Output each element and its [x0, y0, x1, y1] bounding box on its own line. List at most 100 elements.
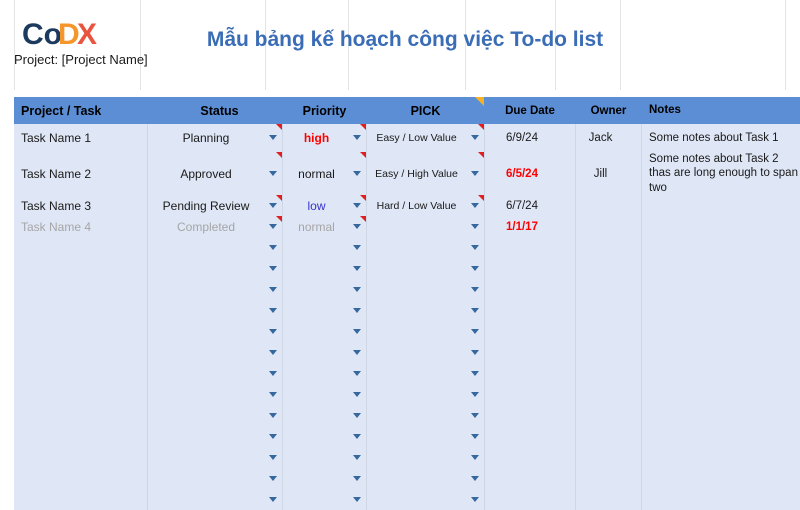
cell-pick[interactable]: Hard / Low Value [367, 195, 485, 216]
chevron-down-icon[interactable] [353, 245, 362, 252]
cell-notes[interactable]: Some notes about Task 1 [642, 124, 800, 152]
cell-task[interactable] [14, 426, 148, 447]
chevron-down-icon[interactable] [269, 171, 278, 178]
cell-task[interactable]: Task Name 1 [14, 124, 148, 152]
cell-owner[interactable] [576, 405, 642, 426]
cell-priority[interactable]: normal [283, 152, 367, 195]
column-header-status[interactable]: Status [148, 97, 283, 124]
cell-due-date[interactable] [485, 279, 576, 300]
cell-notes[interactable] [642, 384, 800, 405]
cell-notes[interactable] [642, 447, 800, 468]
cell-task[interactable] [14, 300, 148, 321]
chevron-down-icon[interactable] [471, 392, 480, 399]
chevron-down-icon[interactable] [471, 329, 480, 336]
chevron-down-icon[interactable] [353, 455, 362, 462]
cell-owner[interactable] [576, 426, 642, 447]
cell-status[interactable]: Pending Review [148, 195, 283, 216]
cell-due-date[interactable]: 6/7/24 [485, 195, 576, 216]
chevron-down-icon[interactable] [269, 476, 278, 483]
chevron-down-icon[interactable] [353, 135, 362, 142]
cell-task[interactable] [14, 237, 148, 258]
cell-owner[interactable] [576, 363, 642, 384]
column-header-task[interactable]: Project / Task [14, 97, 148, 124]
cell-due-date[interactable] [485, 468, 576, 489]
cell-status[interactable]: Completed [148, 216, 283, 237]
chevron-down-icon[interactable] [269, 245, 278, 252]
cell-due-date[interactable] [485, 384, 576, 405]
cell-pick[interactable]: Easy / High Value [367, 152, 485, 195]
cell-status[interactable] [148, 468, 283, 489]
cell-notes[interactable] [642, 426, 800, 447]
cell-owner[interactable]: Jill [576, 152, 642, 195]
cell-task[interactable] [14, 321, 148, 342]
cell-due-date[interactable] [485, 447, 576, 468]
cell-status[interactable] [148, 384, 283, 405]
cell-status[interactable] [148, 447, 283, 468]
cell-notes[interactable] [642, 300, 800, 321]
cell-status[interactable] [148, 279, 283, 300]
cell-pick[interactable] [367, 342, 485, 363]
chevron-down-icon[interactable] [269, 224, 278, 231]
chevron-down-icon[interactable] [269, 203, 278, 210]
cell-priority[interactable] [283, 384, 367, 405]
cell-priority[interactable]: high [283, 124, 367, 152]
chevron-down-icon[interactable] [353, 266, 362, 273]
chevron-down-icon[interactable] [269, 135, 278, 142]
cell-notes[interactable] [642, 363, 800, 384]
cell-status[interactable] [148, 237, 283, 258]
chevron-down-icon[interactable] [269, 308, 278, 315]
chevron-down-icon[interactable] [269, 287, 278, 294]
cell-status[interactable] [148, 426, 283, 447]
chevron-down-icon[interactable] [471, 266, 480, 273]
cell-task[interactable] [14, 258, 148, 279]
cell-priority[interactable] [283, 300, 367, 321]
cell-notes[interactable] [642, 321, 800, 342]
cell-due-date[interactable] [485, 300, 576, 321]
cell-owner[interactable]: Jack [576, 124, 642, 152]
chevron-down-icon[interactable] [471, 497, 480, 504]
cell-priority[interactable] [283, 321, 367, 342]
cell-notes[interactable]: Some notes about Task 2 thas are long en… [642, 152, 800, 195]
cell-pick[interactable] [367, 384, 485, 405]
chevron-down-icon[interactable] [471, 224, 480, 231]
column-header-priority[interactable]: Priority [283, 97, 367, 124]
cell-task[interactable] [14, 405, 148, 426]
cell-due-date[interactable] [485, 342, 576, 363]
cell-priority[interactable] [283, 363, 367, 384]
chevron-down-icon[interactable] [353, 350, 362, 357]
chevron-down-icon[interactable] [269, 497, 278, 504]
cell-owner[interactable] [576, 342, 642, 363]
cell-owner[interactable] [576, 384, 642, 405]
cell-owner[interactable] [576, 216, 642, 237]
chevron-down-icon[interactable] [353, 224, 362, 231]
chevron-down-icon[interactable] [471, 171, 480, 178]
cell-status[interactable] [148, 405, 283, 426]
cell-owner[interactable] [576, 447, 642, 468]
cell-owner[interactable] [576, 321, 642, 342]
chevron-down-icon[interactable] [471, 245, 480, 252]
cell-pick[interactable] [367, 405, 485, 426]
cell-due-date[interactable] [485, 321, 576, 342]
cell-notes[interactable] [642, 258, 800, 279]
cell-priority[interactable] [283, 279, 367, 300]
chevron-down-icon[interactable] [353, 203, 362, 210]
cell-priority[interactable] [283, 447, 367, 468]
cell-task[interactable] [14, 363, 148, 384]
chevron-down-icon[interactable] [269, 371, 278, 378]
chevron-down-icon[interactable] [353, 476, 362, 483]
chevron-down-icon[interactable] [269, 455, 278, 462]
chevron-down-icon[interactable] [471, 135, 480, 142]
column-header-pick[interactable]: PICK [367, 97, 485, 124]
cell-task[interactable] [14, 342, 148, 363]
cell-notes[interactable] [642, 216, 800, 237]
cell-status[interactable] [148, 363, 283, 384]
chevron-down-icon[interactable] [269, 392, 278, 399]
cell-priority[interactable] [283, 237, 367, 258]
cell-task[interactable] [14, 468, 148, 489]
chevron-down-icon[interactable] [353, 371, 362, 378]
cell-due-date[interactable] [485, 237, 576, 258]
cell-task[interactable] [14, 279, 148, 300]
cell-owner[interactable] [576, 258, 642, 279]
chevron-down-icon[interactable] [471, 308, 480, 315]
cell-pick[interactable] [367, 300, 485, 321]
